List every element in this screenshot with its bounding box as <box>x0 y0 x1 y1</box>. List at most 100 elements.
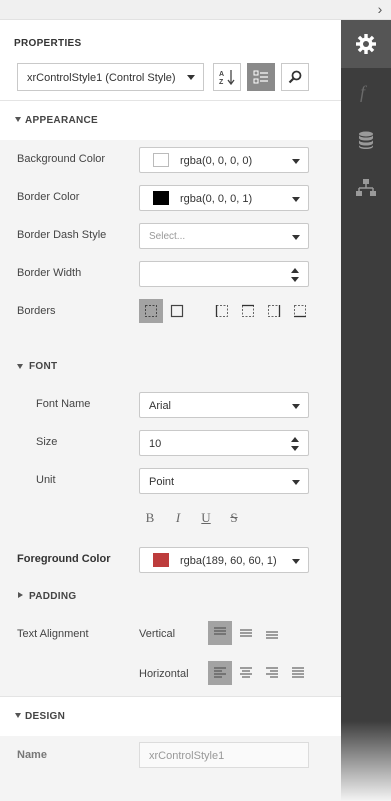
chevron-down-icon <box>187 75 195 80</box>
sidebar-tab-report-explorer[interactable] <box>341 164 391 212</box>
collapse-chevron-icon[interactable]: › <box>373 2 387 16</box>
sidebar-tab-expressions[interactable]: f <box>341 68 391 116</box>
size-spinner[interactable]: 10 <box>139 430 309 456</box>
appearance-label: APPEARANCE <box>25 115 99 126</box>
font-label: FONT <box>29 361 58 372</box>
svg-text:Z: Z <box>219 79 224 86</box>
svg-text:f: f <box>360 82 368 102</box>
align-justify-button[interactable] <box>286 661 310 685</box>
font-name-value: Arial <box>149 400 172 412</box>
foreground-color-swatch <box>153 553 169 567</box>
background-color-field[interactable]: rgba(0, 0, 0, 0) <box>139 147 309 173</box>
align-middle-button[interactable] <box>234 621 258 645</box>
design-label: DESIGN <box>25 711 66 722</box>
search-icon <box>288 70 302 84</box>
spin-up-icon[interactable] <box>291 437 299 442</box>
border-width-label: Border Width <box>17 267 82 279</box>
sidebar-tab-properties[interactable] <box>341 20 391 68</box>
font-subsection-header[interactable]: FONT <box>17 360 117 376</box>
border-left-icon <box>215 305 228 317</box>
style-select[interactable]: xrControlStyle1 (Control Style) <box>17 63 204 91</box>
chevron-down-icon <box>292 159 300 164</box>
properties-panel: PROPERTIES xrControlStyle1 (Control Styl… <box>0 20 341 801</box>
border-left-button[interactable] <box>210 299 234 323</box>
design-section-header[interactable]: DESIGN <box>0 696 341 736</box>
size-label: Size <box>36 436 58 448</box>
name-input[interactable]: xrControlStyle1 <box>139 742 309 768</box>
unit-value: Point <box>149 476 175 488</box>
size-value: 10 <box>149 438 162 450</box>
align-left-button[interactable] <box>208 661 232 685</box>
background-color-label: Background Color <box>17 153 106 165</box>
border-color-swatch <box>153 191 169 205</box>
align-left-icon <box>214 667 226 678</box>
border-color-label: Border Color <box>17 191 80 203</box>
align-center-button[interactable] <box>234 661 258 685</box>
collapse-triangle-icon <box>15 117 21 122</box>
align-middle-icon <box>240 629 252 637</box>
sidebar-tab-data-source[interactable] <box>341 116 391 164</box>
strikethrough-button[interactable]: S <box>227 510 241 526</box>
borders-all-button[interactable] <box>165 299 189 323</box>
expand-triangle-icon <box>18 592 23 598</box>
collapse-triangle-icon <box>15 713 21 718</box>
border-dash-style-label: Border Dash Style <box>17 229 107 241</box>
chevron-down-icon <box>292 480 300 485</box>
strip-fade <box>341 721 391 801</box>
name-label: Name <box>17 749 47 761</box>
align-right-button[interactable] <box>260 661 284 685</box>
sort-az-icon: A Z <box>219 70 235 86</box>
italic-button[interactable]: I <box>171 510 185 526</box>
border-right-icon <box>268 305 281 317</box>
appearance-section-header[interactable]: APPEARANCE <box>0 100 341 140</box>
font-name-label: Font Name <box>36 398 91 410</box>
name-input-placeholder: xrControlStyle1 <box>149 750 225 762</box>
underline-button[interactable]: U <box>199 510 213 526</box>
align-justify-icon <box>292 667 304 678</box>
collapse-triangle-icon <box>17 364 23 369</box>
database-icon <box>359 131 373 149</box>
border-width-spinner[interactable] <box>139 261 309 287</box>
padding-label: PADDING <box>29 591 77 602</box>
search-button[interactable] <box>281 63 309 91</box>
align-bottom-button[interactable] <box>260 621 284 645</box>
vertical-alignment-label: Vertical <box>139 628 176 640</box>
border-dash-style-select[interactable]: Select... <box>139 223 309 249</box>
border-dashed-all-icon <box>145 305 157 317</box>
sort-alphabetically-button[interactable]: A Z <box>213 63 241 91</box>
spin-up-icon[interactable] <box>291 268 299 273</box>
spin-down-icon[interactable] <box>291 277 299 282</box>
bold-button[interactable]: B <box>143 510 157 526</box>
border-top-icon <box>242 304 254 317</box>
border-color-field[interactable]: rgba(0, 0, 0, 1) <box>139 185 309 211</box>
align-center-icon <box>240 667 252 678</box>
border-right-button[interactable] <box>262 299 286 323</box>
sidebar-tab-strip: f <box>341 20 391 801</box>
top-bar: › <box>0 0 391 20</box>
borders-none-button[interactable] <box>139 299 163 323</box>
border-top-button[interactable] <box>236 299 260 323</box>
horizontal-alignment-label: Horizontal <box>139 668 189 680</box>
unit-select[interactable]: Point <box>139 468 309 494</box>
chevron-down-icon <box>292 404 300 409</box>
align-bottom-icon <box>266 631 278 639</box>
border-color-value: rgba(0, 0, 0, 1) <box>180 193 253 205</box>
background-color-value: rgba(0, 0, 0, 0) <box>180 155 253 167</box>
font-name-select[interactable]: Arial <box>139 392 309 418</box>
align-top-icon <box>214 627 226 635</box>
foreground-color-field[interactable]: rgba(189, 60, 60, 1) <box>139 547 309 573</box>
function-icon: f <box>360 82 368 102</box>
padding-subsection-header[interactable]: PADDING <box>17 590 117 606</box>
align-top-button[interactable] <box>208 621 232 645</box>
categorize-button[interactable] <box>247 63 275 91</box>
chevron-down-icon <box>292 235 300 240</box>
spin-down-icon[interactable] <box>291 446 299 451</box>
chevron-down-icon <box>292 559 300 564</box>
svg-text:A: A <box>219 71 224 78</box>
categories-icon <box>253 70 268 84</box>
borders-label: Borders <box>17 305 56 317</box>
panel-header: PROPERTIES xrControlStyle1 (Control Styl… <box>0 20 341 100</box>
border-bottom-button[interactable] <box>288 299 312 323</box>
align-right-icon <box>266 667 278 678</box>
panel-title: PROPERTIES <box>14 38 82 49</box>
